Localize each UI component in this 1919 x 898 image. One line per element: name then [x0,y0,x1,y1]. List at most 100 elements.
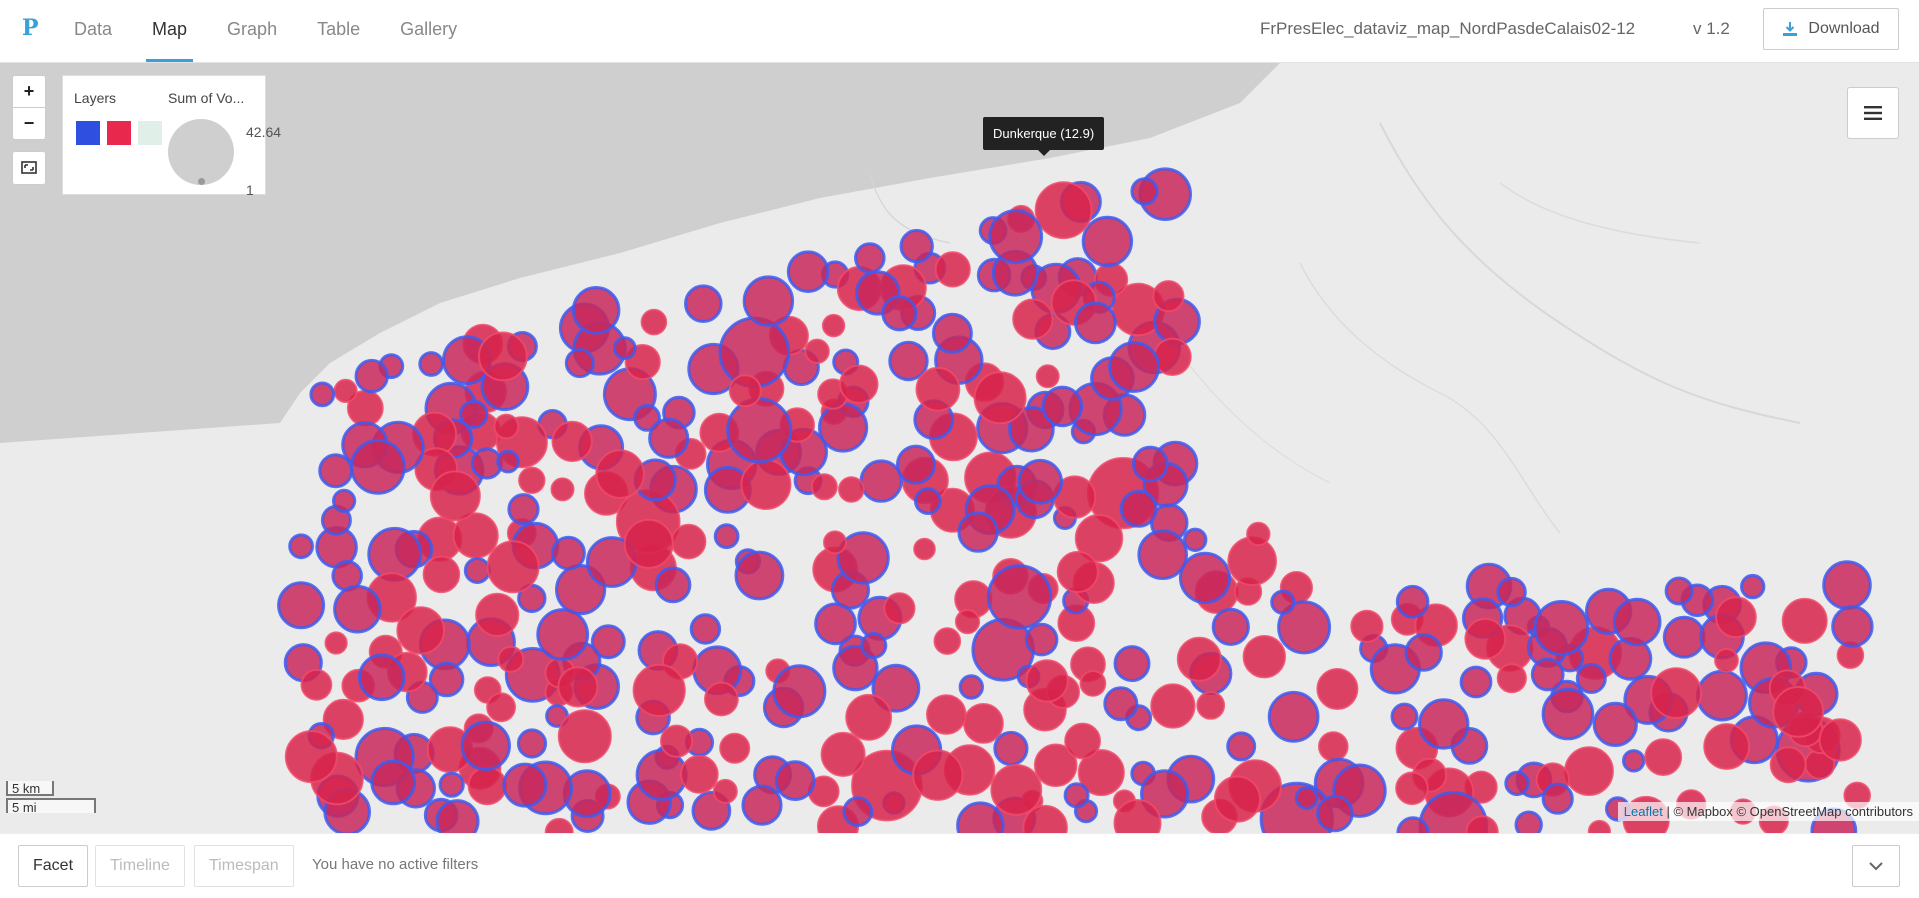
commune-bubble[interactable] [1514,810,1543,833]
commune-bubble[interactable] [475,592,520,638]
commune-bubble[interactable] [1390,702,1419,731]
commune-bubble[interactable] [734,550,785,601]
commune-bubble[interactable] [333,584,382,634]
commune-bubble[interactable] [1079,670,1107,697]
commune-bubble[interactable] [895,444,936,485]
commune-bubble[interactable] [429,470,481,522]
commune-bubble[interactable] [1131,445,1169,483]
legend-swatch-red[interactable] [107,121,131,145]
commune-bubble[interactable] [1012,298,1054,340]
commune-bubble[interactable] [926,694,967,735]
commune-bubble[interactable] [1242,635,1287,679]
legend-swatch-green[interactable] [138,121,162,145]
commune-bubble[interactable] [1211,607,1250,647]
commune-bubble[interactable] [309,381,336,408]
commune-bubble[interactable] [1108,341,1160,393]
commune-bubble[interactable] [1041,385,1084,428]
commune-bubble[interactable] [1541,782,1574,815]
commune-bubble[interactable] [1715,596,1757,639]
commune-bubble[interactable] [1769,746,1807,784]
commune-bubble[interactable] [1150,683,1196,729]
commune-bubble[interactable] [571,286,621,335]
commune-bubble[interactable] [1152,280,1185,313]
commune-bubble[interactable] [516,728,548,759]
collapse-filters-button[interactable] [1852,845,1900,887]
commune-bubble[interactable] [958,674,984,700]
commune-bubble[interactable] [396,606,446,655]
commune-bubble[interactable] [1064,722,1101,760]
commune-bubble[interactable] [632,663,686,718]
commune-bubble[interactable] [1294,786,1319,810]
commune-bubble[interactable] [912,749,964,801]
commune-bubble[interactable] [1650,667,1702,719]
commune-bubble[interactable] [712,778,738,804]
commune-bubble[interactable] [277,581,326,630]
fit-bounds-button[interactable] [12,151,46,185]
commune-bubble[interactable] [1025,659,1069,703]
commune-bubble[interactable] [1196,691,1226,720]
commune-bubble[interactable] [1178,551,1232,605]
commune-bubble[interactable] [1662,615,1706,659]
commune-bubble[interactable] [689,613,722,645]
commune-bubble[interactable] [1496,576,1527,608]
commune-bubble[interactable] [842,796,874,827]
timespan-button[interactable]: Timespan [194,845,294,887]
commune-bubble[interactable] [1226,731,1257,762]
nav-gallery[interactable]: Gallery [394,0,463,62]
commune-bubble[interactable] [990,764,1043,816]
commune-bubble[interactable] [493,413,520,440]
commune-bubble[interactable] [332,488,357,513]
commune-bubble[interactable] [1183,527,1208,552]
commune-bubble[interactable] [704,681,739,717]
commune-bubble[interactable] [1781,597,1828,644]
map-view[interactable]: + − Layers Sum of Vo... 42.64 1 Dunkerqu… [0,63,1919,833]
commune-bubble[interactable] [954,609,981,635]
app-logo[interactable]: P [22,15,39,41]
commune-bubble[interactable] [1418,698,1470,750]
commune-bubble[interactable] [1034,181,1093,240]
commune-bubble[interactable] [804,338,830,364]
commune-bubble[interactable] [1496,663,1527,694]
commune-bubble[interactable] [1564,746,1614,796]
layers-menu-button[interactable] [1847,87,1899,139]
zoom-in-button[interactable]: + [13,76,45,107]
commune-bubble[interactable] [1318,731,1349,762]
commune-bubble[interactable] [1176,636,1222,682]
commune-bubble[interactable] [845,693,893,741]
commune-bubble[interactable] [741,784,783,826]
commune-bubble[interactable] [640,308,668,336]
commune-bubble[interactable] [333,378,358,403]
commune-bubble[interactable] [1074,301,1117,345]
commune-bubble[interactable] [726,397,793,464]
basemap[interactable] [0,63,1919,833]
commune-bubble[interactable] [1644,738,1683,776]
commune-bubble[interactable] [623,518,674,569]
commune-bubble[interactable] [1063,782,1090,809]
commune-bubble[interactable] [1612,597,1662,647]
commune-bubble[interactable] [1017,458,1063,505]
commune-bubble[interactable] [1464,617,1507,660]
commune-bubble[interactable] [1664,576,1694,606]
commune-bubble[interactable] [1622,749,1646,773]
commune-bubble[interactable] [1035,364,1060,389]
commune-bubble[interactable] [1404,633,1443,672]
commune-bubble[interactable] [839,364,879,404]
commune-bubble[interactable] [1459,665,1493,699]
commune-bubble[interactable] [742,275,795,327]
commune-bubble[interactable] [460,720,511,771]
commune-bubble[interactable] [772,664,827,719]
commune-bubble[interactable] [478,331,528,382]
commune-bubble[interactable] [963,703,1004,744]
commune-bubble[interactable] [370,759,417,806]
commune-bubble[interactable] [838,476,865,503]
commune-bubble[interactable] [1822,560,1872,610]
commune-bubble[interactable] [1740,573,1766,600]
commune-bubble[interactable] [595,449,645,499]
commune-bubble[interactable] [913,537,936,561]
commune-bubble[interactable] [1316,668,1359,710]
commune-bubble[interactable] [418,351,445,377]
commune-bubble[interactable] [496,449,520,474]
commune-bubble[interactable] [613,336,637,360]
commune-bubble[interactable] [679,754,719,794]
commune-bubble[interactable] [820,731,866,777]
